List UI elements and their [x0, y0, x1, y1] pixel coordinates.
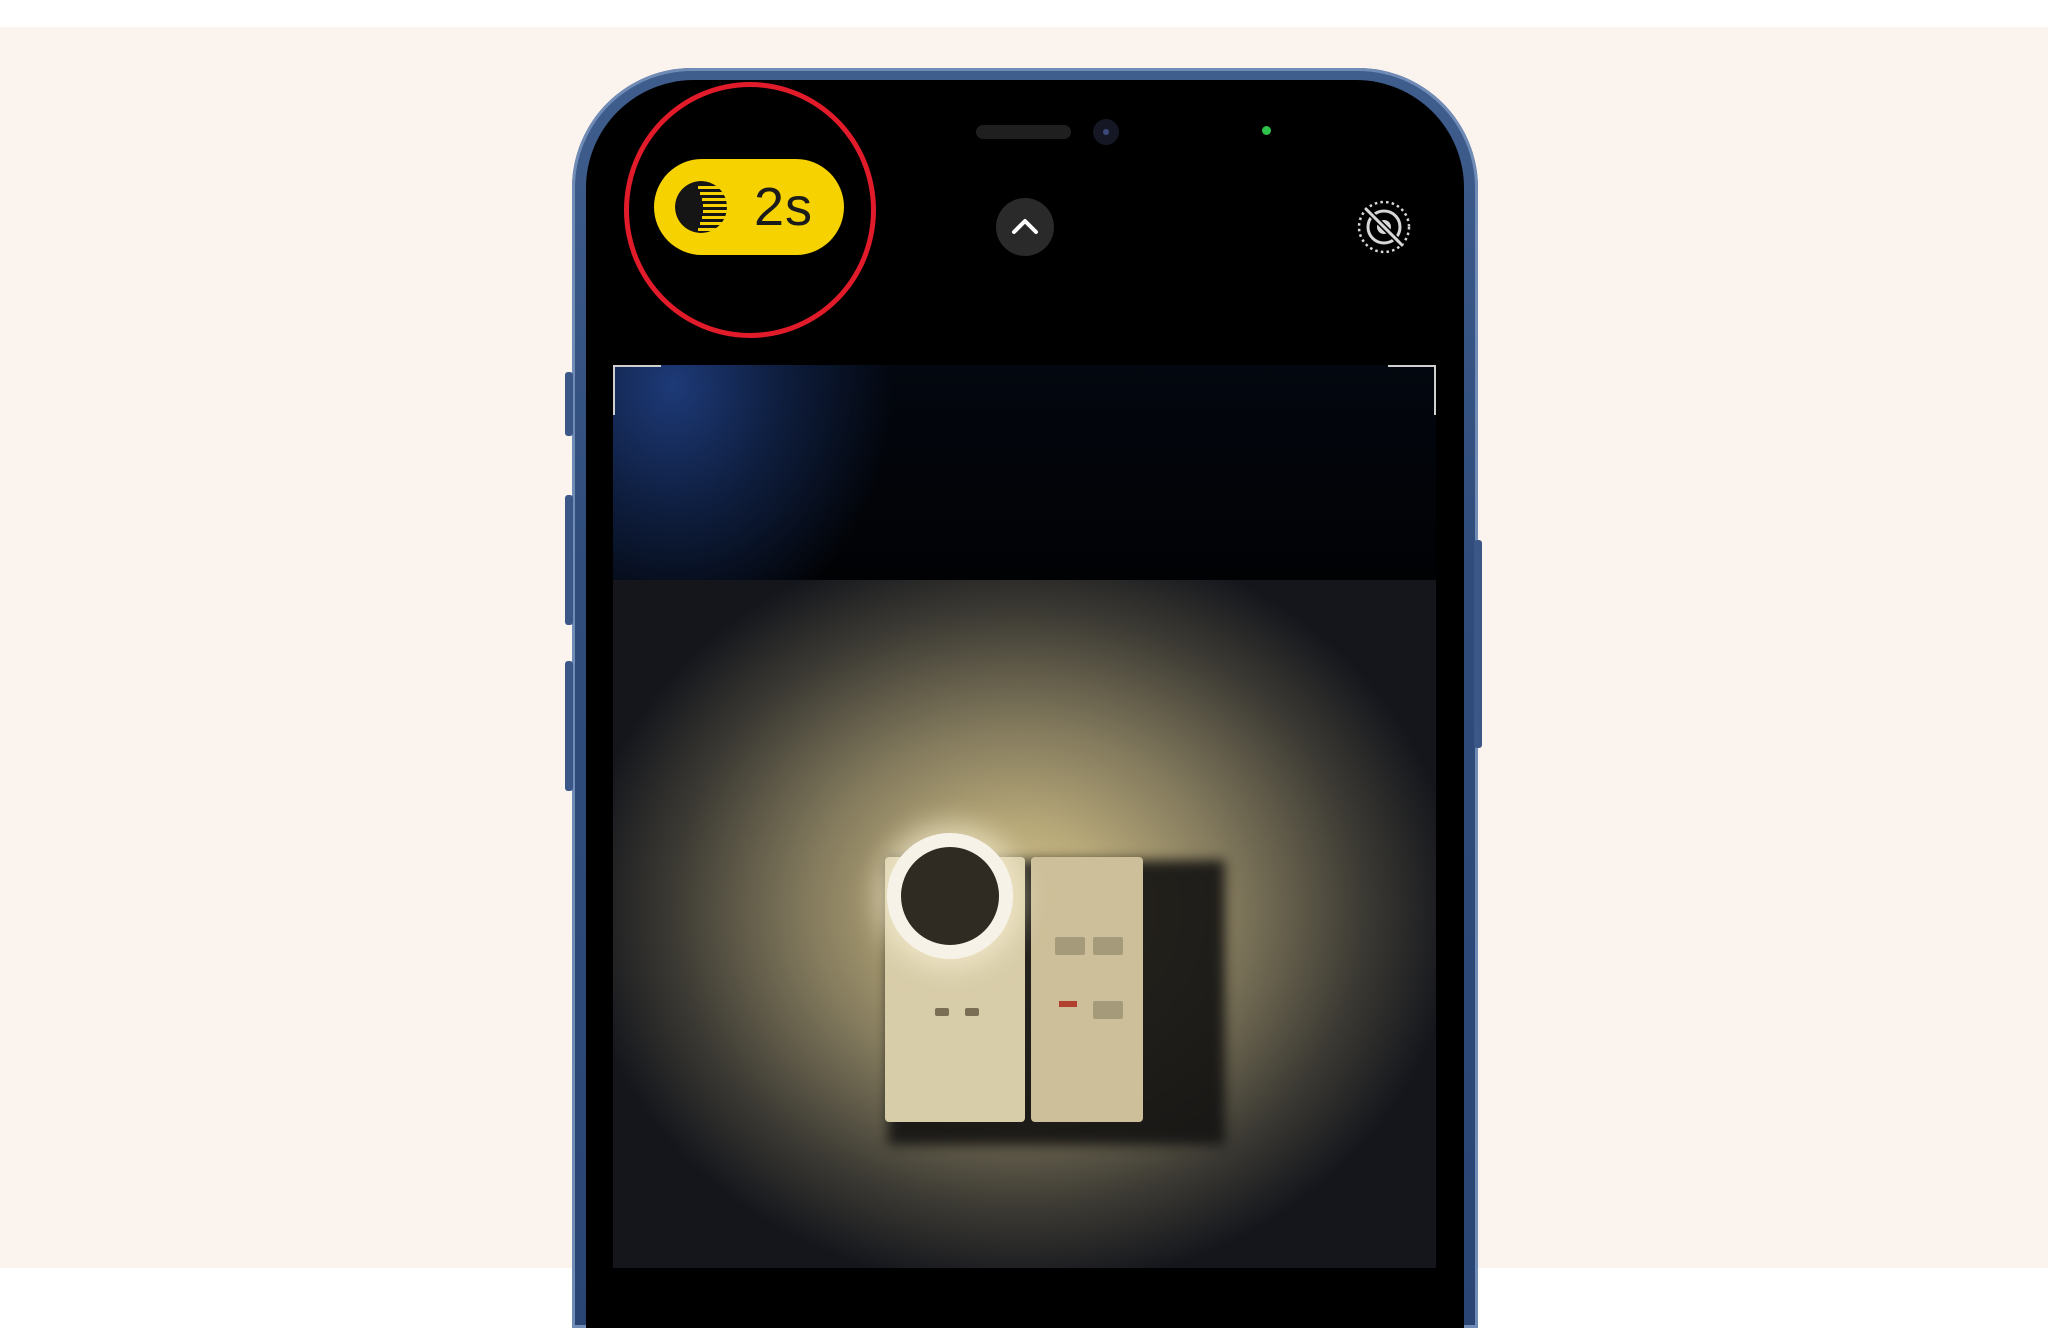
switch-indicator — [1059, 1001, 1077, 1007]
night-mode-button[interactable]: 2s — [654, 159, 844, 255]
frame-corner-top-left — [613, 365, 661, 415]
light-switch — [1055, 937, 1085, 955]
frame-corner-top-right — [1388, 365, 1436, 415]
moon-night-mode-icon — [675, 181, 727, 233]
front-camera — [1093, 119, 1119, 145]
chevron-up-icon — [1012, 219, 1038, 234]
viewfinder-dark-area — [613, 365, 1436, 580]
volume-down-button — [565, 661, 573, 791]
earpiece-speaker — [976, 125, 1071, 139]
volume-up-button — [565, 495, 573, 625]
side-button — [565, 372, 573, 436]
socket-slot — [965, 1008, 979, 1016]
light-switch — [1093, 937, 1123, 955]
expand-controls-button[interactable] — [996, 198, 1054, 256]
camera-in-use-indicator — [1262, 126, 1271, 135]
night-mode-duration: 2s — [754, 177, 814, 237]
night-light-ring — [887, 833, 1013, 959]
live-photo-toggle[interactable] — [1356, 199, 1412, 255]
light-switch — [1093, 1001, 1123, 1019]
power-button — [1474, 540, 1482, 748]
socket-slot — [935, 1008, 949, 1016]
camera-viewfinder[interactable] — [613, 365, 1436, 1268]
switch-plate — [1031, 857, 1143, 1122]
live-photo-off-icon — [1357, 200, 1411, 254]
